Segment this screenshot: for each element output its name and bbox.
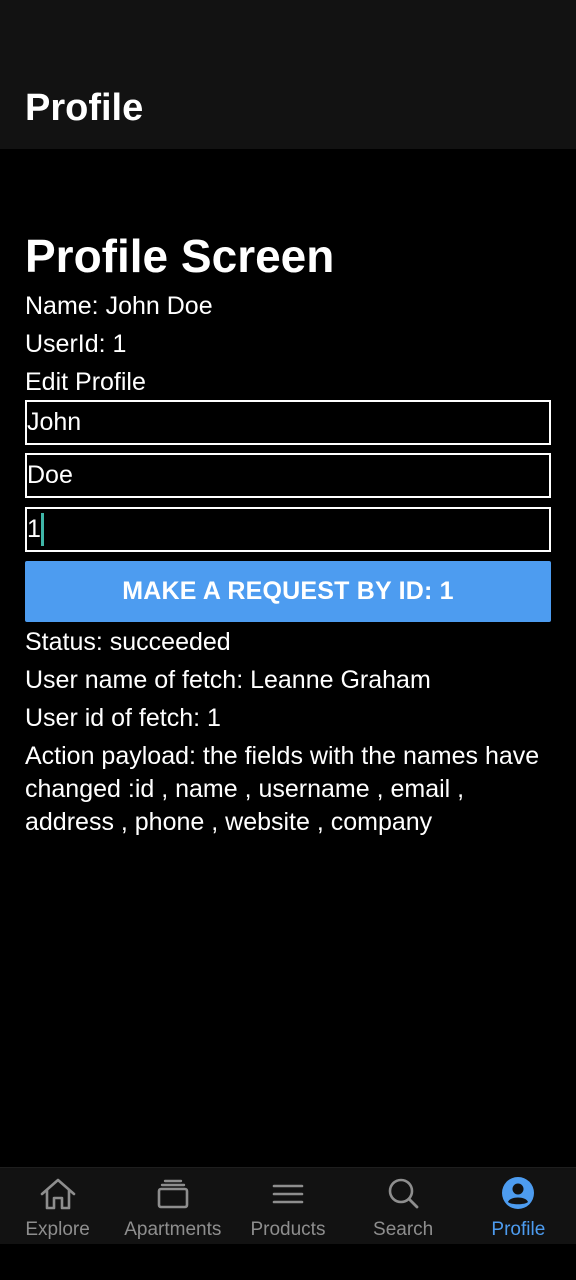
screen-title: Profile Screen	[25, 230, 335, 282]
name-text: Name: John Doe	[25, 292, 213, 320]
user-id-input[interactable]: 1	[25, 507, 551, 552]
tab-search[interactable]: Search	[346, 1168, 461, 1244]
text-cursor	[41, 513, 44, 546]
first-name-input[interactable]: John	[25, 400, 551, 445]
status-text: Status: succeeded	[25, 628, 231, 656]
tab-explore[interactable]: Explore	[0, 1168, 115, 1244]
search-icon	[388, 1178, 419, 1209]
action-payload-text: Action payload: the fields with the name…	[25, 742, 540, 836]
fetched-user-name: User name of fetch: Leanne Graham	[25, 666, 431, 694]
fetched-user-id: User id of fetch: 1	[25, 704, 221, 732]
tab-products[interactable]: Products	[230, 1168, 345, 1244]
tab-profile-label: Profile	[491, 1219, 546, 1240]
tab-apartments-label: Apartments	[124, 1219, 222, 1240]
user-circle-icon	[502, 1177, 535, 1209]
edit-profile-label: Edit Profile	[25, 368, 146, 396]
home-icon	[40, 1178, 75, 1210]
cards-icon	[157, 1179, 189, 1209]
header-title: Profile	[25, 87, 144, 129]
userid-text: UserId: 1	[25, 330, 127, 358]
status-bar	[0, 0, 576, 64]
last-name-input[interactable]: Doe	[25, 453, 551, 498]
first-name-value: John	[27, 408, 82, 436]
last-name-value: Doe	[27, 461, 73, 489]
app-header: Profile	[0, 64, 576, 149]
tab-search-label: Search	[373, 1219, 434, 1240]
tab-apartments[interactable]: Apartments	[115, 1168, 230, 1244]
make-request-button[interactable]: MAKE A REQUEST BY ID: 1	[25, 561, 551, 622]
menu-icon	[272, 1184, 304, 1204]
system-navigation-bar	[0, 1244, 576, 1280]
tab-explore-label: Explore	[25, 1219, 90, 1240]
user-id-value: 1	[27, 515, 41, 543]
tab-profile[interactable]: Profile	[461, 1168, 576, 1244]
bottom-tab-bar: Explore Apartments Products Search Profi…	[0, 1167, 576, 1244]
tab-products-label: Products	[250, 1219, 326, 1240]
